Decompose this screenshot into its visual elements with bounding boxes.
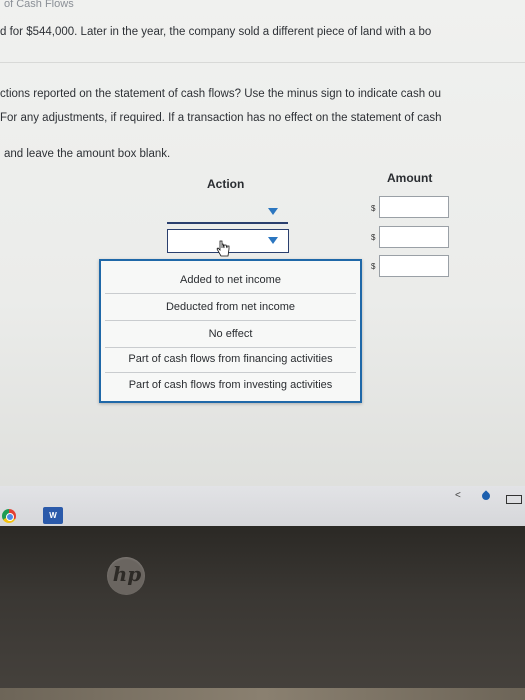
dropdown-option-investing[interactable]: Part of cash flows from investing activi…: [105, 372, 356, 398]
hp-logo-text: hp: [112, 562, 142, 586]
instructions-line-2: For any adjustments, if required. If a t…: [0, 112, 442, 124]
action-column-header: Action: [207, 177, 245, 191]
amount-input-row-3[interactable]: [379, 255, 449, 277]
battery-icon[interactable]: [506, 495, 522, 504]
currency-symbol: $: [371, 233, 376, 242]
action-select-row-1[interactable]: [167, 202, 288, 224]
dropdown-option-added[interactable]: Added to net income: [105, 267, 356, 294]
tray-chevron-icon[interactable]: <: [455, 490, 461, 501]
desk-edge: [0, 688, 525, 700]
page-title: of Cash Flows: [4, 0, 74, 10]
problem-text-line-1: d for $544,000. Later in the year, the c…: [0, 26, 432, 38]
instructions-line-3: and leave the amount box blank.: [4, 148, 171, 160]
word-icon[interactable]: W: [43, 507, 63, 524]
amount-input-row-1[interactable]: [379, 196, 449, 218]
amount-column-header: Amount: [387, 171, 433, 185]
os-taskbar: [0, 486, 525, 526]
currency-symbol: $: [371, 204, 376, 213]
dropdown-option-no-effect[interactable]: No effect: [105, 321, 356, 348]
currency-symbol: $: [371, 262, 376, 271]
divider: [0, 62, 525, 63]
chrome-icon-center: [6, 513, 14, 521]
dropdown-option-financing[interactable]: Part of cash flows from financing activi…: [105, 346, 356, 373]
laptop-bezel: [0, 526, 525, 700]
browser-screen: of Cash Flows d for $544,000. Later in t…: [0, 0, 525, 500]
action-dropdown-menu: Added to net income Deducted from net in…: [99, 259, 362, 403]
chevron-down-icon: [268, 208, 278, 215]
dropdown-option-deducted[interactable]: Deducted from net income: [105, 294, 356, 321]
instructions-line-1: ctions reported on the statement of cash…: [0, 88, 442, 100]
amount-input-row-2[interactable]: [379, 226, 449, 248]
chevron-down-icon: [268, 237, 278, 244]
hand-cursor-icon: [216, 240, 230, 257]
